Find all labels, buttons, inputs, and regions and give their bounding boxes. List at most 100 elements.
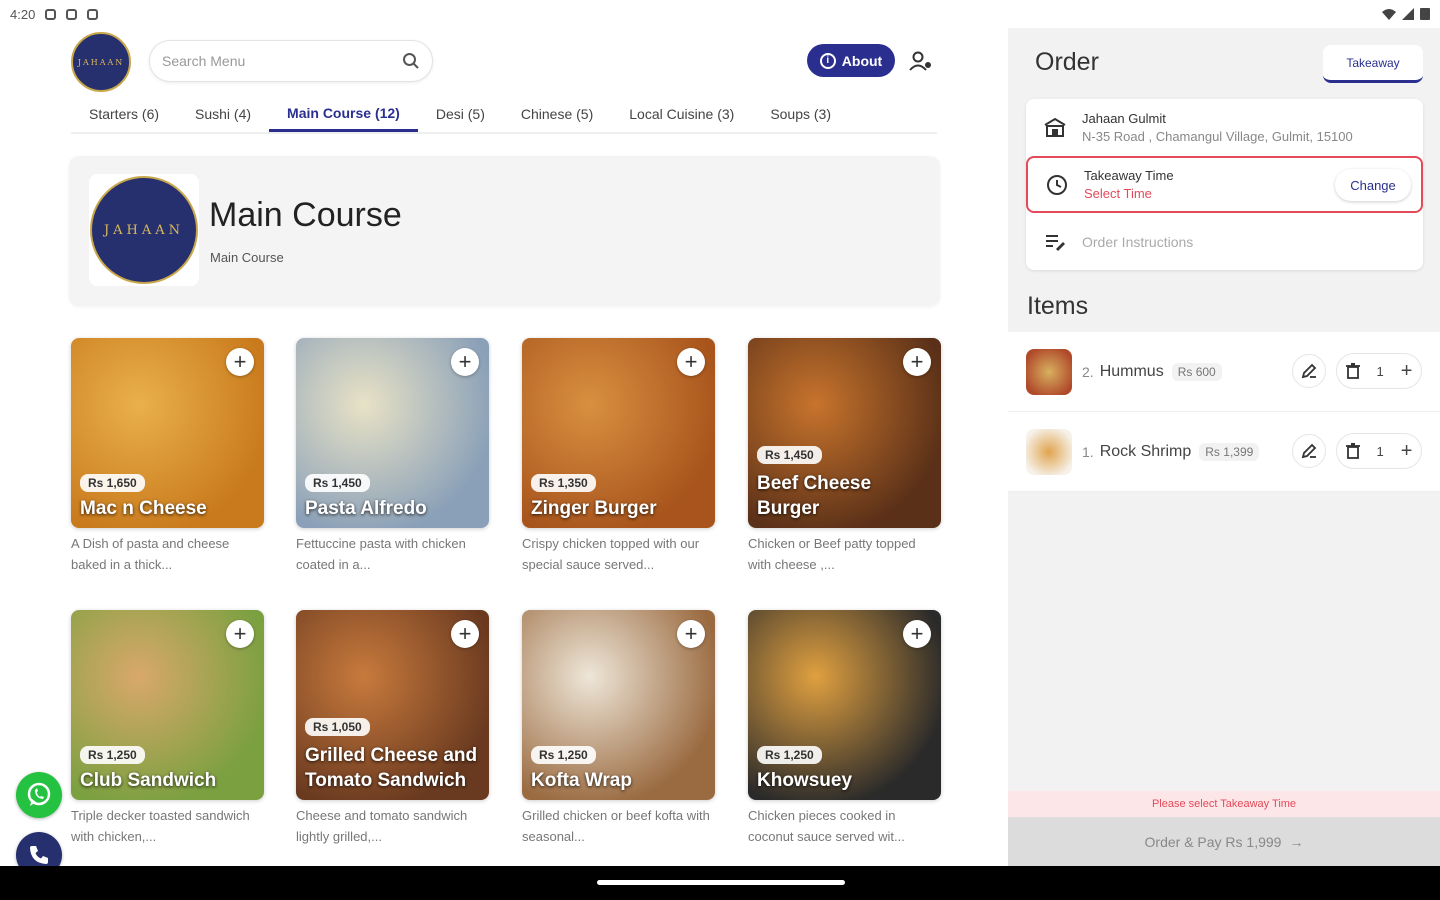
- whatsapp-icon: [27, 782, 51, 806]
- add-item-button[interactable]: +: [451, 348, 479, 376]
- cart-item-price: Rs 1,399: [1199, 442, 1260, 461]
- item-description: A Dish of pasta and cheese baked in a th…: [71, 536, 230, 572]
- quantity-value: 1: [1376, 443, 1384, 459]
- item-name: Kofta Wrap: [531, 770, 632, 792]
- tab-soups[interactable]: Soups (3): [752, 96, 849, 132]
- whatsapp-button[interactable]: [16, 772, 62, 818]
- item-price: Rs 1,650: [80, 474, 145, 492]
- items-title: Items: [1027, 292, 1089, 320]
- about-label: About: [841, 52, 883, 69]
- add-item-button[interactable]: +: [677, 348, 705, 376]
- quantity-stepper: 1 +: [1336, 433, 1422, 469]
- food-image[interactable]: + Rs 1,250 Kofta Wrap: [522, 610, 715, 800]
- item-price: Rs 1,050: [305, 718, 370, 736]
- menu-item-card[interactable]: + Rs 1,250 Club Sandwich Triple decker t…: [71, 610, 264, 848]
- food-image[interactable]: + Rs 1,450 Pasta Alfredo: [296, 338, 489, 528]
- item-description: Triple decker toasted sandwich with chic…: [71, 808, 250, 844]
- edit-icon: [1301, 363, 1317, 379]
- increase-quantity-button[interactable]: +: [1401, 440, 1413, 463]
- add-item-button[interactable]: +: [903, 620, 931, 648]
- battery-icon: [1420, 8, 1430, 20]
- item-name: Beef Cheese Burger: [757, 472, 872, 520]
- phone-icon: [30, 846, 48, 864]
- item-price: Rs 1,450: [305, 474, 370, 492]
- home-gesture-handle[interactable]: [597, 880, 845, 885]
- order-instructions[interactable]: Order Instructions: [1026, 217, 1423, 267]
- item-price: Rs 1,250: [757, 746, 822, 764]
- item-price: Rs 1,250: [80, 746, 145, 764]
- menu-item-card[interactable]: + Rs 1,050 Grilled Cheese and Tomato San…: [296, 610, 489, 848]
- cart-items: 2. Hummus Rs 600 1 + 1. Rock Shrimp Rs 1…: [1008, 332, 1440, 492]
- item-price: Rs 1,350: [531, 474, 596, 492]
- arrow-right-icon: →: [1289, 833, 1304, 850]
- add-item-button[interactable]: +: [226, 348, 254, 376]
- clock-icon: [1044, 172, 1070, 198]
- item-description: Chicken pieces cooked in coconut sauce s…: [748, 808, 905, 844]
- notification-icon: [45, 8, 57, 20]
- pickup-location[interactable]: Jahaan Gulmit N-35 Road , Chamangul Vill…: [1026, 99, 1423, 155]
- search-bar[interactable]: [149, 40, 433, 82]
- increase-quantity-button[interactable]: +: [1401, 360, 1413, 383]
- food-image[interactable]: + Rs 1,650 Mac n Cheese: [71, 338, 264, 528]
- item-name: Khowsuey: [757, 770, 853, 792]
- category-title: Main Course: [209, 196, 402, 234]
- menu-item-card[interactable]: + Rs 1,450 Pasta Alfredo Fettuccine past…: [296, 338, 489, 576]
- tab-sushi[interactable]: Sushi (4): [177, 96, 269, 132]
- item-name: Club Sandwich: [80, 770, 217, 792]
- item-name: Mac n Cheese: [80, 498, 207, 520]
- instructions-placeholder: Order Instructions: [1082, 234, 1194, 250]
- menu-item-card[interactable]: + Rs 1,250 Kofta Wrap Grilled chicken or…: [522, 610, 715, 848]
- cart-item-thumbnail: [1026, 348, 1072, 395]
- food-image[interactable]: + Rs 1,050 Grilled Cheese and Tomato San…: [296, 610, 489, 800]
- food-image[interactable]: + Rs 1,350 Zinger Burger: [522, 338, 715, 528]
- wifi-icon: [1382, 9, 1396, 20]
- status-bar: 4:20: [0, 0, 1440, 28]
- user-settings-icon[interactable]: [908, 50, 934, 72]
- edit-item-button[interactable]: [1292, 434, 1326, 468]
- delete-icon[interactable]: [1345, 363, 1360, 379]
- tab-starters[interactable]: Starters (6): [71, 96, 177, 132]
- menu-item-card[interactable]: + Rs 1,350 Zinger Burger Crispy chicken …: [522, 338, 715, 576]
- cart-item-price: Rs 600: [1171, 362, 1222, 381]
- takeaway-time-label: Takeaway Time: [1084, 168, 1174, 183]
- cart-item-index: 2.: [1082, 363, 1094, 380]
- order-details-card: Jahaan Gulmit N-35 Road , Chamangul Vill…: [1026, 99, 1423, 270]
- item-description: Grilled chicken or beef kofta with seaso…: [522, 808, 710, 844]
- food-image[interactable]: + Rs 1,250 Club Sandwich: [71, 610, 264, 800]
- menu-item-card[interactable]: + Rs 1,650 Mac n Cheese A Dish of pasta …: [71, 338, 264, 576]
- add-item-button[interactable]: +: [451, 620, 479, 648]
- notes-icon: [1042, 229, 1068, 255]
- app-icon: [87, 8, 99, 20]
- order-title: Order: [1035, 48, 1099, 76]
- order-pay-button[interactable]: Order & Pay Rs 1,999 →: [1008, 817, 1440, 866]
- edit-icon: [1301, 443, 1317, 459]
- edit-item-button[interactable]: [1292, 354, 1326, 388]
- food-image[interactable]: + Rs 1,250 Khowsuey: [748, 610, 941, 800]
- menu-item-card[interactable]: + Rs 1,250 Khowsuey Chicken pieces cooke…: [748, 610, 941, 848]
- delete-icon[interactable]: [1345, 443, 1360, 459]
- restaurant-logo[interactable]: JAHAAN: [71, 32, 131, 92]
- change-time-button[interactable]: Change: [1335, 169, 1411, 201]
- tab-main-course[interactable]: Main Course (12): [269, 96, 418, 132]
- about-button[interactable]: i About: [807, 44, 895, 77]
- tab-desi[interactable]: Desi (5): [418, 96, 503, 132]
- item-price: Rs 1,250: [531, 746, 596, 764]
- food-image[interactable]: + Rs 1,450 Beef Cheese Burger: [748, 338, 941, 528]
- item-description: Fettuccine pasta with chicken coated in …: [296, 536, 466, 572]
- add-item-button[interactable]: +: [903, 348, 931, 376]
- takeaway-toggle[interactable]: Takeaway: [1323, 45, 1423, 83]
- menu-item-card[interactable]: + Rs 1,450 Beef Cheese Burger Chicken or…: [748, 338, 941, 576]
- add-item-button[interactable]: +: [226, 620, 254, 648]
- signal-icon: [1402, 8, 1414, 20]
- category-tabs: Starters (6) Sushi (4) Main Course (12) …: [71, 96, 937, 134]
- order-panel: Order Takeaway Jahaan Gulmit N-35 Road ,…: [1008, 28, 1440, 866]
- search-icon[interactable]: [402, 52, 420, 70]
- tab-local-cuisine[interactable]: Local Cuisine (3): [611, 96, 752, 132]
- takeaway-time-row[interactable]: Takeaway Time Select Time Change: [1026, 156, 1423, 213]
- search-input[interactable]: [162, 53, 402, 69]
- add-item-button[interactable]: +: [677, 620, 705, 648]
- tab-chinese[interactable]: Chinese (5): [503, 96, 611, 132]
- item-name: Zinger Burger: [531, 498, 657, 520]
- order-pay-label: Order & Pay Rs 1,999: [1144, 833, 1282, 850]
- status-time: 4:20: [10, 6, 36, 22]
